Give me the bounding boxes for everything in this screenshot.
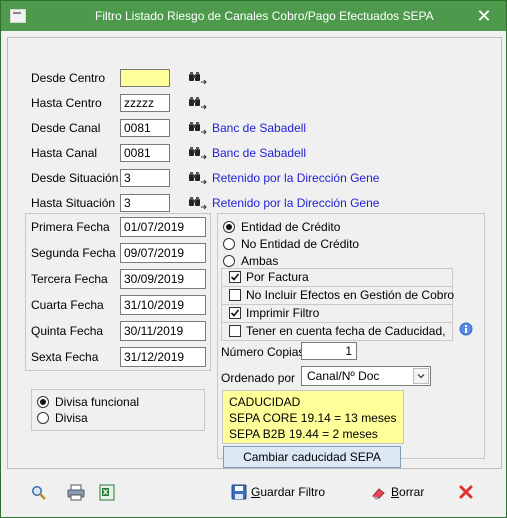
checkbox-fecha-caducidad-label: Tener en cuenta fecha de Caducidad,	[246, 324, 446, 338]
save-filter-label-text: uardar Filtro	[260, 485, 326, 499]
radio-divisa-funcional-label: Divisa funcional	[55, 395, 140, 409]
desde-situacion-label: Desde Situación	[31, 171, 119, 185]
checkbox-imprimir-filtro[interactable]: Imprimir Filtro	[221, 304, 453, 323]
cancel-x-icon[interactable]	[459, 485, 473, 499]
radio-no-entidad-credito-dot[interactable]	[223, 238, 235, 250]
radio-entidad-credito-label: Entidad de Crédito	[241, 220, 341, 234]
hasta-situacion-lookup[interactable]	[188, 196, 208, 210]
chevron-down-icon[interactable]	[413, 368, 429, 384]
binoculars-icon[interactable]	[188, 196, 208, 210]
close-button[interactable]: ✕	[462, 1, 506, 31]
date-6-label: Sexta Fecha	[31, 350, 99, 364]
hasta-centro-label: Hasta Centro	[31, 96, 102, 110]
hasta-canal-label: Hasta Canal	[31, 146, 98, 160]
radio-divisa-funcional-dot[interactable]	[37, 396, 49, 408]
date-4-label: Cuarta Fecha	[31, 298, 104, 312]
date-5-label: Quinta Fecha	[31, 324, 104, 338]
delete-button[interactable]: Borrar	[371, 483, 431, 503]
desde-canal-description[interactable]: Banc de Sabadell	[212, 121, 306, 135]
binoculars-icon[interactable]	[188, 121, 208, 135]
window-title: Filtro Listado Riesgo de Canales Cobro/P…	[95, 9, 434, 23]
search-icon[interactable]	[31, 485, 47, 501]
order-label: Ordenado por	[221, 371, 296, 385]
dialog-window: Filtro Listado Riesgo de Canales Cobro/P…	[0, 0, 507, 518]
desde-centro-input[interactable]	[120, 69, 170, 87]
check-mark-icon	[230, 309, 240, 317]
order-select[interactable]: Canal/Nº Doc	[301, 366, 431, 386]
desde-canal-input[interactable]: 0081	[120, 119, 170, 137]
hasta-situacion-label: Hasta Situación	[31, 196, 116, 210]
radio-ambas-label: Ambas	[241, 254, 279, 268]
date-2-input[interactable]: 09/07/2019	[120, 243, 206, 263]
desde-situacion-input[interactable]: 3	[120, 169, 170, 187]
binoculars-icon[interactable]	[188, 96, 208, 110]
date-1-label: Primera Fecha	[31, 220, 110, 234]
order-select-value: Canal/Nº Doc	[307, 369, 380, 383]
check-mark-icon	[230, 273, 240, 281]
caducidad-core: SEPA CORE 19.14 = 13 meses	[229, 411, 397, 425]
caducidad-title: CADUCIDAD	[229, 395, 301, 409]
save-filter-label: Guardar Filtro	[251, 485, 325, 499]
eraser-icon	[372, 488, 385, 500]
date-3-input[interactable]: 30/09/2019	[120, 269, 206, 289]
hasta-situacion-description[interactable]: Retenido por la Dirección Gene	[212, 196, 379, 210]
save-filter-button[interactable]: Guardar Filtro	[231, 483, 341, 503]
title-bar[interactable]: Filtro Listado Riesgo de Canales Cobro/P…	[1, 1, 506, 31]
date-2-label: Segunda Fecha	[31, 246, 116, 260]
copies-label: Número Copias	[221, 345, 305, 359]
hasta-centro-input[interactable]: zzzzz	[120, 94, 170, 112]
binoculars-icon[interactable]	[188, 71, 208, 85]
hasta-canal-lookup[interactable]	[188, 146, 208, 160]
checkbox-no-incluir-efectos-label: No Incluir Efectos en Gestión de Cobro	[246, 288, 455, 302]
radio-ambas-dot[interactable]	[223, 255, 235, 267]
checkbox-imprimir-filtro-box[interactable]	[229, 307, 241, 319]
checkbox-por-factura-box[interactable]	[229, 271, 241, 283]
desde-centro-lookup[interactable]	[188, 71, 208, 85]
caducidad-b2b: SEPA B2B 19.44 = 2 meses	[229, 427, 378, 441]
date-5-input[interactable]: 30/11/2019	[120, 321, 206, 341]
checkbox-fecha-caducidad-box[interactable]	[229, 325, 241, 337]
radio-entidad-credito-dot[interactable]	[223, 221, 235, 233]
excel-export-icon[interactable]	[99, 484, 115, 501]
hasta-situacion-input[interactable]: 3	[120, 194, 170, 212]
checkbox-no-incluir-efectos[interactable]: No Incluir Efectos en Gestión de Cobro	[221, 286, 455, 305]
desde-canal-label: Desde Canal	[31, 121, 101, 135]
hasta-centro-lookup[interactable]	[188, 96, 208, 110]
info-icon[interactable]	[459, 322, 473, 336]
binoculars-icon[interactable]	[188, 171, 208, 185]
binoculars-icon[interactable]	[188, 146, 208, 160]
date-6-input[interactable]: 31/12/2019	[120, 347, 206, 367]
radio-divisa-label: Divisa	[55, 411, 88, 425]
date-4-input[interactable]: 31/10/2019	[120, 295, 206, 315]
date-1-input[interactable]: 01/07/2019	[120, 217, 206, 237]
checkbox-no-incluir-efectos-box[interactable]	[229, 289, 241, 301]
change-sepa-expiry-button[interactable]: Cambiar caducidad SEPA	[223, 446, 401, 468]
checkbox-por-factura[interactable]: Por Factura	[221, 268, 453, 287]
desde-situacion-description[interactable]: Retenido por la Dirección Gene	[212, 171, 379, 185]
desde-centro-label: Desde Centro	[31, 71, 106, 85]
app-icon	[10, 9, 26, 23]
desde-situacion-lookup[interactable]	[188, 171, 208, 185]
copies-input[interactable]: 1	[301, 342, 357, 360]
delete-label: Borrar	[391, 485, 424, 499]
caducidad-note: CADUCIDAD SEPA CORE 19.14 = 13 meses SEP…	[222, 390, 404, 444]
print-icon[interactable]	[67, 484, 85, 501]
checkbox-imprimir-filtro-label: Imprimir Filtro	[246, 306, 320, 320]
radio-no-entidad-credito-label: No Entidad de Crédito	[241, 237, 360, 251]
hasta-canal-description[interactable]: Banc de Sabadell	[212, 146, 306, 160]
delete-label-text: orrar	[399, 485, 425, 499]
date-3-label: Tercera Fecha	[31, 272, 108, 286]
radio-divisa-dot[interactable]	[37, 412, 49, 424]
delete-accelerator: B	[391, 485, 400, 499]
hasta-canal-input[interactable]: 0081	[120, 144, 170, 162]
checkbox-por-factura-label: Por Factura	[246, 270, 309, 284]
checkbox-fecha-caducidad[interactable]: Tener en cuenta fecha de Caducidad,	[221, 322, 453, 341]
floppy-disk-icon	[231, 484, 247, 500]
desde-canal-lookup[interactable]	[188, 121, 208, 135]
save-filter-accelerator: G	[251, 485, 261, 499]
